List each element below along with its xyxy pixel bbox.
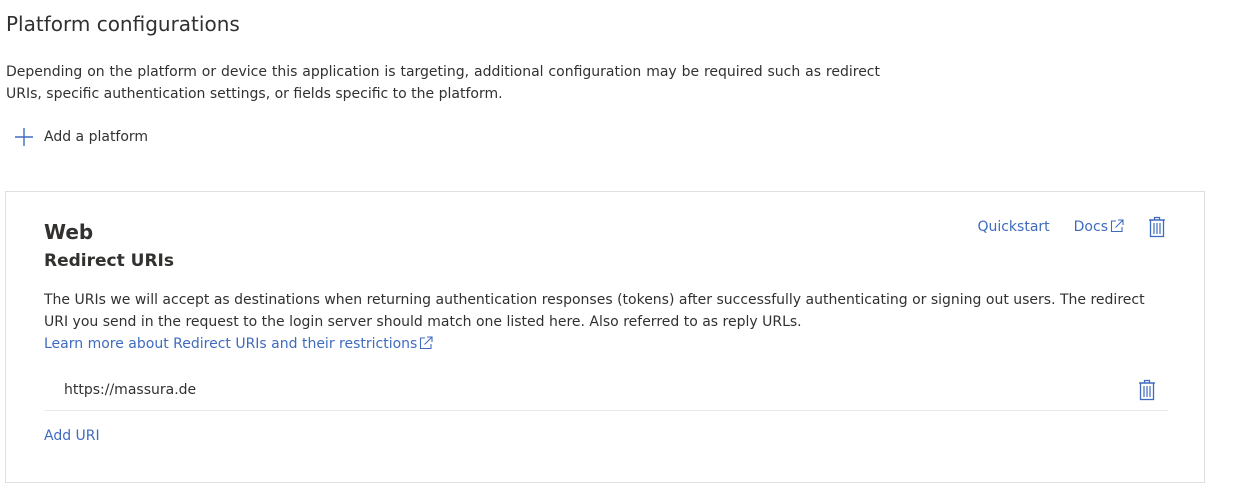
page-title: Platform configurations <box>6 12 240 36</box>
docs-link-label: Docs <box>1073 219 1108 235</box>
card-actions: Quickstart Docs <box>977 216 1166 238</box>
learn-more-link[interactable]: Learn more about Redirect URIs and their… <box>44 336 433 352</box>
external-link-icon <box>1110 219 1124 233</box>
add-uri-button[interactable]: Add URI <box>44 428 100 444</box>
add-platform-button[interactable]: Add a platform <box>14 127 148 147</box>
page-description: Depending on the platform or device this… <box>6 64 880 102</box>
redirect-uri-value[interactable]: https://massura.de <box>64 382 196 398</box>
docs-link[interactable]: Docs <box>1074 219 1124 235</box>
plus-icon <box>15 128 33 146</box>
learn-more-label: Learn more about Redirect URIs and their… <box>44 336 418 352</box>
card-title: Web <box>44 220 94 244</box>
delete-uri-trash-icon[interactable] <box>1138 379 1156 401</box>
redirect-uris-description: The URIs we will accept as destinations … <box>44 289 1164 355</box>
redirect-uri-row: https://massura.de <box>44 370 1168 411</box>
redirect-uris-heading: Redirect URIs <box>44 251 174 271</box>
external-link-icon <box>420 336 433 350</box>
add-platform-label: Add a platform <box>44 129 149 145</box>
delete-platform-trash-icon[interactable] <box>1148 216 1166 238</box>
web-platform-card: Web Redirect URIs Quickstart Docs The UR… <box>5 191 1205 483</box>
quickstart-link[interactable]: Quickstart <box>977 219 1049 235</box>
redirect-uris-description-text: The URIs we will accept as destinations … <box>44 292 1145 330</box>
